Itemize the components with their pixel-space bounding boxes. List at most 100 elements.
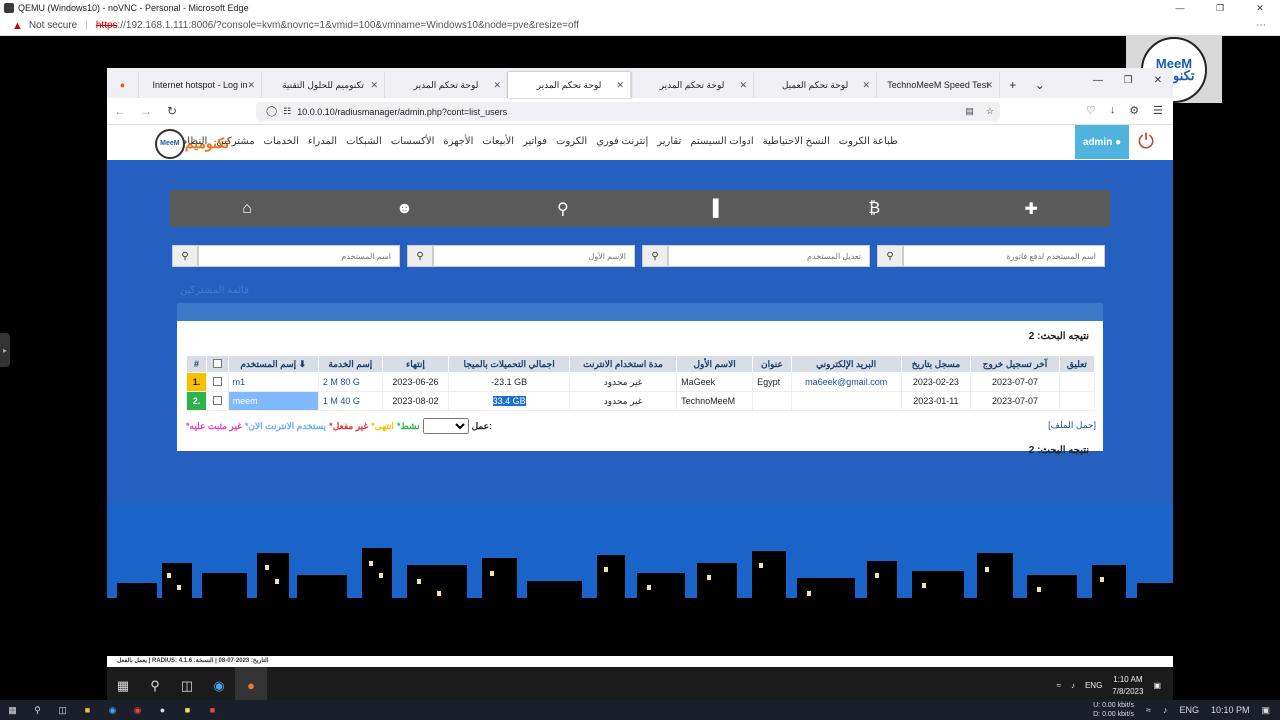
app-icon[interactable]: ● [150, 705, 175, 715]
minimize-button[interactable]: — [1160, 0, 1200, 16]
signal-icon[interactable]: ▌ [713, 200, 724, 218]
search-icon[interactable]: ⚲ [172, 245, 198, 267]
volume-icon[interactable]: ♪ [1071, 681, 1075, 690]
network-icon[interactable]: ≈ [1057, 681, 1061, 690]
col-username[interactable]: إسم المستخدم ⬇ [227, 355, 319, 373]
chrome-icon[interactable]: ◉ [125, 705, 150, 716]
menu-item[interactable]: طباعة الكروت [839, 136, 898, 147]
menu-item[interactable]: الأكسسات [391, 136, 435, 147]
tab[interactable]: Internet hotspot - Log in ✕ [139, 72, 262, 98]
vm-language[interactable]: ENG [1085, 681, 1102, 690]
site-logo[interactable]: تكنوميم MeeM [121, 128, 229, 159]
username-link[interactable]: m1 [227, 372, 319, 392]
invoice-user-input[interactable] [903, 245, 1105, 267]
windows-start-icon[interactable]: ▦ [107, 667, 139, 704]
username-input[interactable] [198, 245, 400, 267]
tab[interactable]: لوحة تحكم العميل ✕ [754, 72, 877, 98]
tab[interactable]: TechnoMeeM Speed Test ✕ [877, 72, 1000, 98]
username-link[interactable]: meem [227, 391, 319, 411]
edge-addressbar[interactable]: ▲ Not secure | https://192.168.1.111:800… [0, 16, 1280, 36]
edge-icon[interactable]: ◉ [100, 705, 125, 716]
pocket-icon[interactable]: ♡ [1086, 104, 1096, 117]
tab[interactable]: لوحة تحكم المدير ✕ [631, 72, 754, 98]
download-file-link[interactable]: [حمل الملف] [1048, 420, 1096, 431]
host-clock[interactable]: 10:10 PM [1211, 705, 1250, 715]
email-link[interactable] [790, 391, 902, 411]
firefox-view-tab[interactable]: ● [107, 72, 139, 98]
volume-icon[interactable]: ♪ [1163, 705, 1168, 715]
col-address[interactable]: عنوان [752, 355, 792, 373]
menu-item[interactable]: تقارير [657, 136, 681, 147]
col-select[interactable] [205, 355, 229, 373]
col-service[interactable]: إسم الخدمة [317, 355, 383, 373]
tab[interactable]: تكنوميم للحلول التقنية ✕ [262, 72, 385, 98]
edge-url[interactable]: https://192.168.1.111:8006/?console=kvm&… [96, 20, 579, 31]
reload-icon[interactable]: ↻ [159, 104, 185, 118]
wifi-icon[interactable]: ≈ [1146, 705, 1151, 715]
menu-item[interactable]: الأبيعات [482, 136, 514, 147]
col-registered[interactable]: مسجل بتاريخ [900, 355, 972, 373]
new-tab-icon[interactable]: + [1009, 78, 1016, 92]
reader-icon[interactable]: ▤ [965, 106, 974, 117]
col-email[interactable]: البريد الإلكتروني [790, 355, 902, 373]
not-secure-label[interactable]: Not secure [29, 20, 77, 31]
star-icon[interactable]: ☆ [986, 106, 994, 117]
more-icon[interactable]: ⋯ [1256, 20, 1266, 31]
select-all-checkbox[interactable] [212, 358, 222, 368]
bitcoin-icon[interactable]: ₿ [868, 200, 880, 218]
tab-active[interactable]: لوحة تحكم المدير ✕ [508, 72, 631, 98]
menu-item[interactable]: ادوات السيستم [690, 136, 753, 147]
forward-icon[interactable]: → [133, 104, 159, 118]
menu-item[interactable]: إنترنت فوري [596, 136, 648, 147]
file-explorer-icon[interactable]: ■ [75, 705, 100, 715]
tab-list-icon[interactable]: ⌄ [1035, 78, 1045, 92]
power-icon[interactable]: ⏻ [1127, 125, 1165, 160]
search-icon[interactable]: ⚲ [877, 245, 903, 267]
search-icon[interactable]: ⚲ [25, 705, 50, 716]
tab[interactable]: لوحة تحكم المدير ✕ [385, 72, 508, 98]
users-icon[interactable]: ☻ [396, 200, 413, 218]
novnc-control-handle[interactable]: ▸ [0, 333, 10, 367]
notification-icon[interactable]: ▣ [1261, 705, 1270, 716]
task-view-icon[interactable]: ◫ [50, 705, 75, 716]
table-row[interactable]: 1. m1 2 M 80 G 2023-06-26 -23.1 GB غير م… [186, 372, 1096, 392]
search-icon[interactable]: ⚲ [407, 245, 433, 267]
url-bar[interactable]: ◯ ☷ 10.0.0.10/radiusmanager/admin.php?co… [256, 102, 1000, 121]
shield-icon[interactable]: ◯ [266, 106, 277, 117]
table-row[interactable]: 2. meem 1 M 40 G 2023-08-02 33.4 GB غير … [186, 391, 1096, 411]
host-language[interactable]: ENG [1179, 705, 1199, 715]
extensions-icon[interactable]: ⚙ [1129, 104, 1139, 117]
download-icon[interactable]: ↓ [1110, 104, 1116, 117]
restore-button[interactable]: ❐ [1200, 0, 1240, 16]
home-icon[interactable]: ⌂ [242, 200, 252, 218]
url-text[interactable]: 10.0.0.10/radiusmanager/admin.php?cont=l… [297, 107, 507, 117]
notification-icon[interactable]: ▣ [1153, 681, 1161, 690]
notes-icon[interactable]: ■ [175, 705, 200, 715]
first-name-input[interactable] [433, 245, 635, 267]
search-icon[interactable]: ⚲ [642, 245, 668, 267]
email-link[interactable]: ma6eek@gmail.com [790, 372, 902, 392]
col-duration[interactable]: مدة استخدام الانترنت [569, 355, 678, 373]
service-link[interactable]: 2 M 80 G [317, 372, 383, 392]
action-select[interactable] [422, 418, 469, 434]
menu-item[interactable]: الكروت [556, 136, 587, 147]
ff-restore-button[interactable]: ❐ [1113, 68, 1143, 92]
row-checkbox[interactable] [212, 395, 222, 405]
task-view-icon[interactable]: ◫ [171, 667, 203, 704]
col-comment[interactable]: تعليق [1058, 355, 1096, 373]
pdf-icon[interactable]: ■ [200, 705, 225, 715]
col-lastlogout[interactable]: آخر تسجيل خروج [970, 355, 1060, 373]
edge-icon[interactable]: ◉ [203, 667, 235, 704]
search-icon[interactable]: ⚲ [557, 199, 569, 219]
col-firstname[interactable]: الاسم الأول [676, 355, 754, 373]
edit-user-input[interactable] [668, 245, 870, 267]
search-icon[interactable]: ⚲ [139, 667, 171, 704]
vnc-canvas[interactable]: ▸ MeeM تكنوميم ● Internet hotspot - Log i… [0, 36, 1280, 720]
menu-icon[interactable]: ☰ [1153, 104, 1163, 117]
ff-minimize-button[interactable]: — [1083, 68, 1113, 92]
menu-item[interactable]: الخدمات [264, 136, 299, 147]
admin-button[interactable]: ● admin [1075, 125, 1129, 159]
menu-item[interactable]: فواتير [523, 136, 547, 147]
add-user-icon[interactable]: ✚ [1024, 199, 1037, 219]
row-checkbox[interactable] [212, 376, 222, 386]
